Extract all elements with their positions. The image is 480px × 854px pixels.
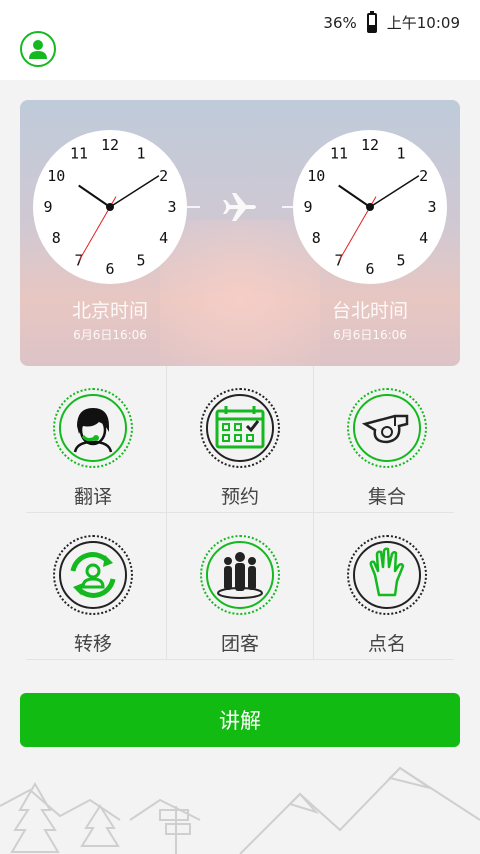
menu-item-appointment[interactable]: 预约 (167, 366, 313, 513)
clock-numeral: 11 (70, 144, 88, 162)
raised-hand-icon (353, 541, 421, 609)
menu-item-label: 预约 (220, 486, 259, 508)
clock-numeral: 1 (136, 144, 145, 162)
clock-numeral: 2 (159, 167, 168, 185)
clock-beijing: 12 1234567891011 (33, 130, 187, 284)
top-bar: 36% 上午10:09 (0, 0, 480, 80)
status-bar: 36% 上午10:09 (323, 10, 460, 33)
menu-item-label: 点名 (367, 633, 406, 655)
clock-numeral: 11 (330, 144, 348, 162)
clock-center (106, 203, 114, 211)
feature-grid: 翻译 预约 集合 转移 团客 点名 (20, 366, 460, 660)
clock-numeral: 2 (419, 167, 428, 185)
clock-numeral: 12 (361, 136, 379, 154)
clock-numeral: 5 (396, 252, 405, 270)
clock-numeral: 12 (101, 136, 119, 154)
group-icon (206, 541, 274, 609)
menu-item-group-guests[interactable]: 团客 (167, 513, 313, 660)
right-date-label: 6月6日16:06 (333, 328, 407, 342)
left-date-label: 6月6日16:06 (73, 328, 147, 342)
clock-numeral: 1 (396, 144, 405, 162)
clock-numeral: 5 (136, 252, 145, 270)
clock-numeral: 3 (427, 198, 436, 216)
clock-numeral: 10 (307, 167, 325, 185)
clock-numeral: 8 (312, 229, 321, 247)
right-city-label: 台北时间 (331, 300, 408, 322)
clock-numeral: 4 (419, 229, 428, 247)
calendar-icon (206, 394, 274, 462)
explain-button[interactable]: 讲解 (20, 693, 460, 747)
menu-item-translate[interactable]: 翻译 (20, 366, 166, 513)
menu-item-label: 翻译 (73, 486, 112, 508)
menu-item-transfer[interactable]: 转移 (20, 513, 166, 660)
battery-percent: 36% (323, 13, 357, 32)
whistle-icon (353, 394, 421, 462)
menu-item-label: 团客 (220, 633, 259, 655)
menu-item-roll-call[interactable]: 点名 (314, 513, 460, 660)
user-icon (29, 40, 47, 59)
clock-numeral: 9 (43, 198, 52, 216)
world-clock-card: 12 1 2 3 4 5 6 7 8 9 10 11 12 1 2 3 4 5 6 7 8 9 10 11 北京时间 6月6… (20, 100, 460, 366)
battery-icon (366, 10, 377, 33)
transfer-person-icon (59, 541, 127, 609)
clock-numeral: 9 (303, 198, 312, 216)
airplane-icon (223, 193, 256, 221)
clock-center (366, 203, 374, 211)
headset-person-icon (59, 394, 127, 462)
menu-item-assemble[interactable]: 集合 (314, 366, 460, 513)
clock-numeral: 10 (47, 167, 65, 185)
menu-item-label: 转移 (73, 633, 112, 655)
clock-time: 上午10:09 (386, 14, 460, 32)
profile-button[interactable] (20, 31, 56, 67)
clock-taipei: 12 1234567891011 (293, 130, 447, 284)
left-city-label: 北京时间 (71, 300, 148, 322)
clock-numeral: 3 (167, 198, 176, 216)
clock-numeral: 4 (159, 229, 168, 247)
clock-numeral: 6 (105, 260, 114, 278)
mountain-landscape-illustration (0, 766, 480, 854)
clock-numeral: 8 (52, 229, 61, 247)
clock-numeral: 6 (365, 260, 374, 278)
menu-item-label: 集合 (367, 486, 406, 508)
